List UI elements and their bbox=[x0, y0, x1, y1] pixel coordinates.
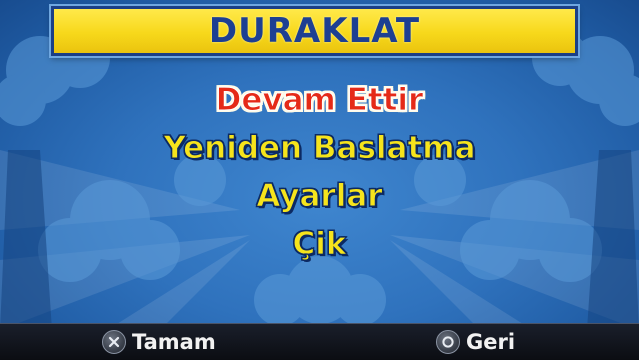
menu-item-quit[interactable]: Çik bbox=[0, 220, 639, 268]
title-banner: DURAKLAT bbox=[51, 6, 578, 56]
pause-screen: DURAKLAT Devam Ettir Yeniden Baslatma Ay… bbox=[0, 0, 639, 360]
menu-item-label: Devam Ettir bbox=[215, 82, 424, 119]
page-title: DURAKLAT bbox=[208, 11, 421, 51]
menu-item-label: Ayarlar bbox=[256, 178, 383, 215]
menu-item-resume[interactable]: Devam Ettir bbox=[0, 76, 639, 124]
menu-item-label: Çik bbox=[292, 226, 347, 263]
circle-button-icon bbox=[436, 330, 460, 354]
confirm-label: Tamam bbox=[132, 330, 216, 354]
confirm-hint[interactable]: Tamam bbox=[102, 328, 216, 356]
back-hint[interactable]: Geri bbox=[436, 328, 515, 356]
menu-item-restart[interactable]: Yeniden Baslatma bbox=[0, 124, 639, 172]
cross-button-icon bbox=[102, 330, 126, 354]
menu-item-settings[interactable]: Ayarlar bbox=[0, 172, 639, 220]
pause-menu: Devam Ettir Yeniden Baslatma Ayarlar Çik bbox=[0, 76, 639, 268]
menu-item-label: Yeniden Baslatma bbox=[163, 130, 476, 167]
button-hint-bar: Tamam Geri bbox=[0, 323, 639, 360]
back-label: Geri bbox=[466, 330, 516, 354]
